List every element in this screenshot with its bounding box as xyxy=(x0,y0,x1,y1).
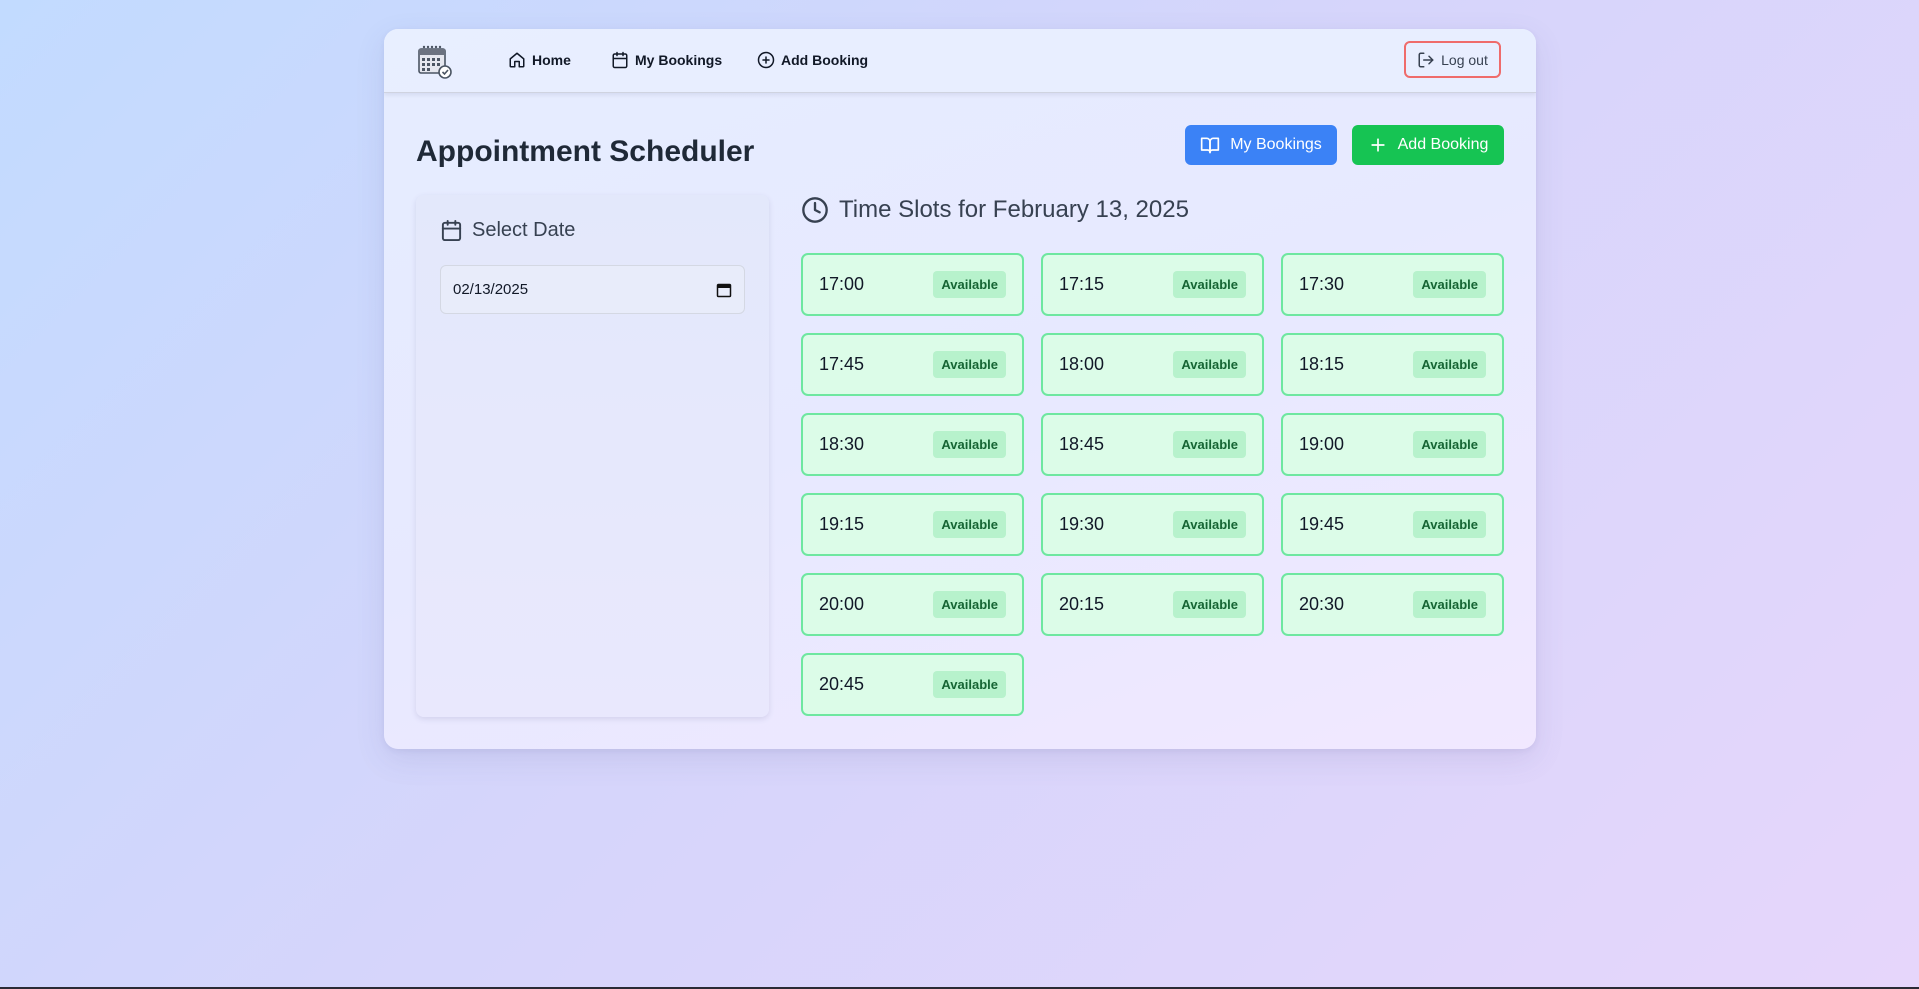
availability-badge: Available xyxy=(1413,351,1486,378)
my-bookings-button-label: My Bookings xyxy=(1230,136,1322,153)
calendar-picker-icon[interactable] xyxy=(716,282,732,298)
plus-circle-icon xyxy=(757,51,775,69)
book-open-icon xyxy=(1201,137,1220,154)
logout-icon xyxy=(1418,52,1434,67)
page-title: Appointment Scheduler xyxy=(416,135,755,168)
logout-label: Log out xyxy=(1441,51,1488,68)
time-slot-time: 20:30 xyxy=(1299,594,1345,614)
time-slot[interactable]: 19:15 Available xyxy=(801,493,1024,556)
availability-badge: Available xyxy=(1173,511,1246,538)
time-slot[interactable]: 18:30 Available xyxy=(801,413,1024,476)
availability-badge: Available xyxy=(1173,271,1246,298)
availability-badge: Available xyxy=(1173,431,1246,458)
time-slot-time: 17:45 xyxy=(819,354,865,374)
time-slot[interactable]: 19:45 Available xyxy=(1281,493,1504,556)
logout-button[interactable]: Log out xyxy=(1404,41,1501,78)
availability-badge: Available xyxy=(1173,591,1246,618)
time-slot[interactable]: 18:15 Available xyxy=(1281,333,1504,396)
calendar-icon xyxy=(441,219,462,242)
select-date-heading: Select Date xyxy=(440,219,575,242)
add-booking-button[interactable]: Add Booking xyxy=(1352,125,1504,165)
time-slots-heading: Time Slots for February 13, 2025 xyxy=(801,196,1189,224)
availability-badge: Available xyxy=(1413,271,1486,298)
top-navbar: Home My Bookings Add Booking Log out xyxy=(384,29,1536,93)
availability-badge: Available xyxy=(933,671,1006,698)
availability-badge: Available xyxy=(933,431,1006,458)
time-slot[interactable]: 17:30 Available xyxy=(1281,253,1504,316)
time-slot-time: 17:15 xyxy=(1059,274,1105,294)
time-slot[interactable]: 17:45 Available xyxy=(801,333,1024,396)
availability-badge: Available xyxy=(933,591,1006,618)
time-slots-title: Time Slots for February 13, 2025 xyxy=(839,196,1189,223)
availability-badge: Available xyxy=(1413,431,1486,458)
time-slot-time: 19:30 xyxy=(1059,514,1105,534)
time-slot-time: 19:00 xyxy=(1299,434,1345,454)
time-slot[interactable]: 20:00 Available xyxy=(801,573,1024,636)
time-slot-time: 19:15 xyxy=(819,514,865,534)
calendar-logo-icon[interactable] xyxy=(417,43,453,79)
availability-badge: Available xyxy=(933,351,1006,378)
time-slot-time: 20:45 xyxy=(819,674,865,694)
time-slot[interactable]: 19:30 Available xyxy=(1041,493,1264,556)
time-slot-time: 19:45 xyxy=(1299,514,1345,534)
select-date-label: Select Date xyxy=(472,219,576,241)
my-bookings-button[interactable]: My Bookings xyxy=(1185,125,1337,165)
availability-badge: Available xyxy=(933,511,1006,538)
time-slot-time: 17:00 xyxy=(819,274,865,294)
nav-add-booking-link[interactable]: Add Booking xyxy=(757,49,868,71)
time-slot[interactable]: 20:15 Available xyxy=(1041,573,1264,636)
nav-home-label: Home xyxy=(532,52,571,68)
clock-icon xyxy=(802,197,828,223)
nav-add-booking-label: Add Booking xyxy=(781,52,869,68)
calendar-icon xyxy=(612,51,628,69)
time-slot-time: 18:45 xyxy=(1059,434,1105,454)
nav-my-bookings-label: My Bookings xyxy=(635,52,723,68)
availability-badge: Available xyxy=(1413,511,1486,538)
availability-badge: Available xyxy=(1173,351,1246,378)
time-slot-time: 20:00 xyxy=(819,594,865,614)
nav-my-bookings-link[interactable]: My Bookings xyxy=(611,49,722,71)
time-slot[interactable]: 17:00 Available xyxy=(801,253,1024,316)
time-slot[interactable]: 19:00 Available xyxy=(1281,413,1504,476)
date-input[interactable]: 02/13/2025 xyxy=(440,265,745,314)
time-slot-time: 20:15 xyxy=(1059,594,1105,614)
time-slot-time: 18:30 xyxy=(819,434,865,454)
date-input-value: 02/13/2025 xyxy=(453,281,529,298)
time-slot[interactable]: 20:45 Available xyxy=(801,653,1024,716)
availability-badge: Available xyxy=(1413,591,1486,618)
time-slot-time: 18:15 xyxy=(1299,354,1345,374)
time-slot[interactable]: 18:00 Available xyxy=(1041,333,1264,396)
time-slot[interactable]: 17:15 Available xyxy=(1041,253,1264,316)
availability-badge: Available xyxy=(933,271,1006,298)
time-slot-time: 17:30 xyxy=(1299,274,1345,294)
date-selector-panel: Select Date 02/13/2025 xyxy=(416,195,769,717)
plus-icon xyxy=(1370,138,1385,152)
time-slot[interactable]: 20:30 Available xyxy=(1281,573,1504,636)
nav-home-link[interactable]: Home xyxy=(508,49,571,71)
add-booking-button-label: Add Booking xyxy=(1397,136,1489,153)
app-card: Home My Bookings Add Booking Log out App… xyxy=(384,29,1536,749)
time-slot[interactable]: 18:45 Available xyxy=(1041,413,1264,476)
home-icon xyxy=(509,52,525,68)
time-slot-time: 18:00 xyxy=(1059,354,1105,374)
